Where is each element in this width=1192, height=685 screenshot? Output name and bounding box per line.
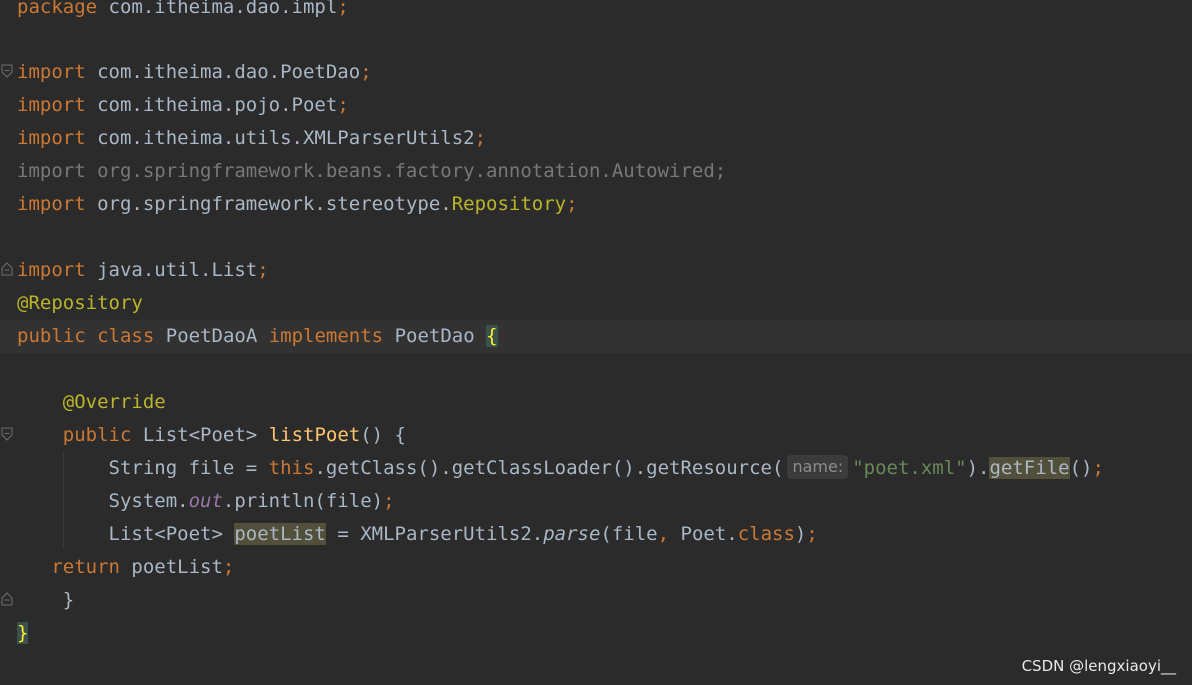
code-text: Poet. xyxy=(669,523,738,545)
code-line[interactable]: import org.springframework.stereotype.Re… xyxy=(0,188,1192,221)
code-text: (file xyxy=(600,523,658,545)
code-line[interactable]: String file = this.getClass().getClassLo… xyxy=(0,452,1192,485)
keyword: return xyxy=(51,556,120,578)
code-text: System. xyxy=(108,490,189,512)
comma: , xyxy=(657,523,670,545)
import-class-name: Repository xyxy=(451,193,567,215)
keyword: public xyxy=(17,325,86,347)
close-brace-match: } xyxy=(17,622,29,644)
interface-name: PoetDao xyxy=(394,325,475,347)
semicolon: ; xyxy=(566,193,578,215)
string-literal: "poet.xml" xyxy=(852,457,967,479)
keyword: import xyxy=(17,127,86,149)
keyword: public xyxy=(62,424,132,446)
code-line[interactable]: } xyxy=(0,584,1192,617)
code-text: () xyxy=(1069,457,1093,479)
keyword: import xyxy=(17,193,86,215)
keyword: import xyxy=(17,259,86,281)
code-text: List<Poet> xyxy=(108,523,235,545)
code-text: = XMLParserUtils2. xyxy=(325,523,544,545)
highlighted-method: getFile xyxy=(989,457,1070,479)
code-text: .println(file) xyxy=(222,490,384,512)
annotation: @Repository xyxy=(17,292,143,314)
import-name: com.itheima.utils.XMLParserUtils2 xyxy=(97,127,475,149)
close-brace: } xyxy=(62,589,75,611)
code-line[interactable]: System.out.println(file); xyxy=(0,485,1192,518)
semicolon: ; xyxy=(222,556,235,578)
code-text: .getClass().getClassLoader().getResource… xyxy=(314,457,784,479)
import-name: java.util.List xyxy=(97,259,258,281)
static-method: parse xyxy=(543,523,601,545)
semicolon: ; xyxy=(337,94,349,116)
method-name: listPoet xyxy=(268,424,361,446)
highlighted-variable: poetList xyxy=(234,523,326,545)
keyword: import xyxy=(17,94,86,116)
import-name: com.itheima.pojo.Poet xyxy=(97,94,338,116)
code-line[interactable]: package com.itheima.dao.impl; xyxy=(0,0,1192,24)
keyword: implements xyxy=(268,325,384,347)
code-line[interactable]: import com.itheima.dao.PoetDao; xyxy=(0,56,1192,89)
keyword: import xyxy=(17,61,86,83)
keyword: package xyxy=(17,0,98,18)
class-name: PoetDaoA xyxy=(165,325,258,347)
semicolon: ; xyxy=(257,259,269,281)
open-brace: { xyxy=(486,325,498,347)
code-editor[interactable]: package com.itheima.dao.impl; import com… xyxy=(0,0,1192,685)
package-name: com.itheima.dao.impl xyxy=(108,0,338,18)
keyword: class xyxy=(737,523,795,545)
unused-import: import org.springframework.beans.factory… xyxy=(17,160,727,182)
return-type: List<Poet> xyxy=(142,424,258,446)
keyword: this xyxy=(268,457,315,479)
code-line[interactable]: public List<Poet> listPoet() { xyxy=(0,419,1192,452)
keyword: class xyxy=(97,325,155,347)
semicolon: ; xyxy=(806,523,818,545)
code-line[interactable]: import com.itheima.utils.XMLParserUtils2… xyxy=(0,122,1192,155)
semicolon: ; xyxy=(360,61,372,83)
code-line[interactable]: List<Poet> poetList = XMLParserUtils2.pa… xyxy=(0,518,1192,551)
semicolon: ; xyxy=(474,127,487,149)
annotation: @Override xyxy=(62,391,166,413)
semicolon: ; xyxy=(337,0,349,18)
code-line[interactable]: import java.util.List; xyxy=(0,254,1192,287)
semicolon: ; xyxy=(1092,457,1104,479)
code-text: poetList xyxy=(119,556,223,578)
watermark: CSDN @lengxiaoyi__ xyxy=(1021,657,1176,675)
code-line[interactable]: import org.springframework.beans.factory… xyxy=(0,155,1192,188)
code-line-current[interactable]: public class PoetDaoA implements PoetDao… xyxy=(0,320,1192,353)
code-line[interactable]: return poetList; xyxy=(0,551,1192,584)
import-name: org.springframework.stereotype. xyxy=(97,193,452,215)
parameter-hint: name: xyxy=(787,455,849,479)
import-name: com.itheima.dao.PoetDao xyxy=(97,61,361,83)
code-line[interactable]: @Override xyxy=(0,386,1192,419)
method-rest: () { xyxy=(360,424,406,446)
code-line[interactable]: import com.itheima.pojo.Poet; xyxy=(0,89,1192,122)
static-field: out xyxy=(188,490,223,512)
semicolon: ; xyxy=(383,490,395,512)
code-text: ) xyxy=(794,523,807,545)
code-line[interactable]: @Repository xyxy=(0,287,1192,320)
code-text: ). xyxy=(966,457,990,479)
code-text: String file = xyxy=(108,457,269,479)
code-line[interactable]: } xyxy=(0,617,1192,650)
